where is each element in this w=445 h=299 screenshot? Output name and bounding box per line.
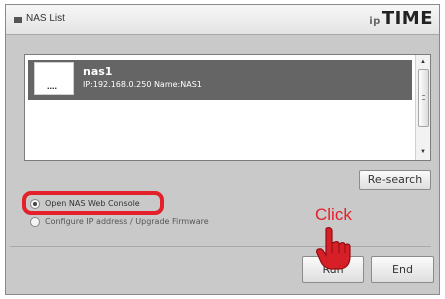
nas-list-panel: .... nas1 IP:192.168.0.250 Name:NAS1 ▲ ▼ xyxy=(24,54,431,161)
brand-logo: ipTIME xyxy=(369,8,433,29)
brand-prefix: ip xyxy=(369,16,381,27)
annotation-highlight-box xyxy=(22,191,164,215)
scroll-grip-icon xyxy=(422,95,425,100)
window-title: NAS List xyxy=(26,13,65,24)
configure-ip-radio[interactable] xyxy=(30,217,40,227)
configure-ip-label[interactable]: Configure IP address / Upgrade Firmware xyxy=(45,217,209,226)
scroll-down-arrow-icon[interactable]: ▼ xyxy=(416,147,430,157)
scroll-up-arrow-icon[interactable]: ▲ xyxy=(416,57,430,67)
end-button[interactable]: End xyxy=(371,256,434,283)
brand-name: TIME xyxy=(381,8,433,29)
scroll-thumb[interactable] xyxy=(418,69,429,127)
device-info: IP:192.168.0.250 Name:NAS1 xyxy=(83,80,202,89)
divider xyxy=(10,246,431,247)
pointing-hand-icon xyxy=(316,227,351,270)
list-scrollbar[interactable]: ▲ ▼ xyxy=(415,55,430,160)
nas-device-icon: .... xyxy=(34,62,74,95)
device-name: nas1 xyxy=(83,65,113,78)
window-square-icon xyxy=(14,17,22,23)
click-annotation-label: Click xyxy=(315,205,352,224)
re-search-button[interactable]: Re-search xyxy=(359,170,431,190)
device-icon-dots: .... xyxy=(47,81,58,91)
title-bar: NAS List ipTIME xyxy=(6,5,439,35)
list-item[interactable]: .... nas1 IP:192.168.0.250 Name:NAS1 xyxy=(28,60,412,100)
